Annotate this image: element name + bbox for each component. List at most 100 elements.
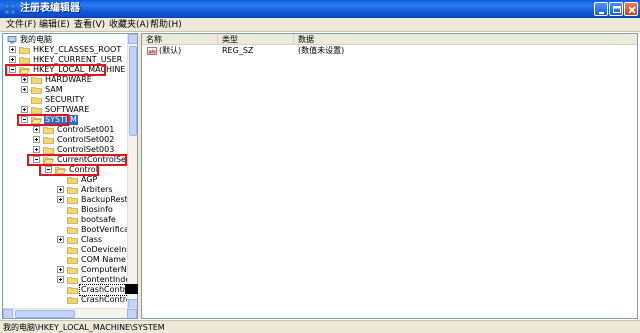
column-header-type[interactable]: 类型	[218, 34, 294, 45]
expand-icon[interactable]	[57, 196, 64, 203]
menu-edit[interactable]: 编辑(E)	[37, 18, 72, 32]
tree-node-security[interactable]: SECURITY	[5, 95, 125, 105]
expand-icon[interactable]	[9, 46, 16, 53]
folder-icon	[67, 257, 78, 264]
tree-node-label: Biosinfo	[81, 205, 113, 214]
maximize-icon	[613, 6, 621, 13]
tree-node-label: BootVerificat	[81, 225, 133, 234]
tree-node-com-name-arbiter[interactable]: COM Name Arbi	[5, 255, 137, 265]
tree-node-label: bootsafe	[81, 215, 116, 224]
scroll-thumb[interactable]	[129, 46, 137, 136]
tree-node-label: AGP	[81, 175, 98, 184]
tree-node-sam[interactable]: SAM	[5, 85, 125, 95]
menu-bar: 文件(F) 编辑(E) 查看(V) 收藏夹(A) 帮助(H)	[0, 18, 640, 32]
tree-node-codeviceinstallers[interactable]: CoDeviceInsta	[5, 245, 137, 255]
tree-node-hkcr[interactable]: HKEY_CLASSES_ROOT	[5, 45, 125, 55]
expand-icon[interactable]	[21, 76, 28, 83]
menu-help[interactable]: 帮助(H)	[148, 18, 184, 32]
expand-icon[interactable]	[57, 236, 64, 243]
scroll-thumb[interactable]	[15, 310, 75, 318]
maximize-button[interactable]	[609, 2, 623, 16]
scroll-up-arrow-icon[interactable]	[128, 34, 137, 44]
folder-icon	[67, 247, 78, 254]
list-header: 名称 类型 数据	[142, 34, 637, 45]
folder-icon	[67, 207, 78, 214]
folder-icon	[67, 237, 78, 244]
tree-node-hardware[interactable]: HARDWARE	[5, 75, 125, 85]
value-data: (数值未设置)	[298, 46, 345, 55]
folder-icon	[43, 137, 54, 144]
scroll-right-arrow-icon[interactable]	[127, 309, 137, 318]
tree-node-crashcontrol[interactable]: CrashControl	[5, 284, 135, 296]
folder-icon	[67, 297, 78, 304]
folder-icon	[31, 97, 42, 104]
expand-icon[interactable]	[9, 56, 16, 63]
list-item[interactable]: ab (默认) REG_SZ (数值未设置)	[142, 46, 637, 56]
folder-icon	[67, 267, 78, 274]
column-header-data[interactable]: 数据	[294, 34, 637, 45]
scroll-left-arrow-icon[interactable]	[3, 309, 13, 318]
tree-node-backuprestore[interactable]: BackupRestore	[5, 195, 137, 205]
folder-icon	[31, 107, 42, 114]
column-header-name[interactable]: 名称	[142, 34, 218, 45]
status-bar: 我的电脑\HKEY_LOCAL_MACHINE\SYSTEM	[0, 320, 640, 333]
tree-node-controlset002[interactable]: ControlSet002	[5, 135, 125, 145]
folder-icon	[31, 77, 42, 84]
tree-node-label: ControlSet001	[57, 125, 115, 134]
folder-icon	[43, 147, 54, 154]
window-title: 注册表编辑器	[20, 3, 80, 14]
menu-view[interactable]: 查看(V)	[72, 18, 107, 32]
tree-horizontal-scrollbar[interactable]	[3, 308, 137, 318]
folder-icon	[67, 277, 78, 284]
folder-icon	[19, 57, 30, 64]
expand-icon[interactable]	[33, 126, 40, 133]
tree-node-agp[interactable]: AGP	[5, 175, 135, 185]
expand-icon[interactable]	[57, 266, 64, 273]
folder-icon	[67, 287, 78, 294]
registry-values-pane[interactable]: 名称 类型 数据 ab (默认) REG_SZ (数值未设置)	[141, 33, 638, 319]
expand-icon[interactable]	[21, 86, 28, 93]
status-path: 我的电脑\HKEY_LOCAL_MACHINE\SYSTEM	[3, 323, 165, 332]
expand-icon[interactable]	[33, 146, 40, 153]
tree-node-label: Class	[81, 235, 103, 244]
tree-node-my-computer[interactable]: 我的电脑	[5, 35, 125, 45]
minimize-button[interactable]	[594, 2, 608, 16]
tree-node-controlset001[interactable]: ControlSet001	[5, 125, 125, 135]
tree-vertical-scrollbar[interactable]	[127, 34, 137, 309]
menu-favorites[interactable]: 收藏夹(A)	[107, 18, 151, 32]
tree-node-biosinfo[interactable]: Biosinfo	[5, 205, 135, 215]
tree-node-label: ControlSet002	[57, 135, 115, 144]
folder-icon	[67, 177, 78, 184]
tree-node-label: HARDWARE	[45, 75, 92, 84]
expand-icon[interactable]	[21, 106, 28, 113]
expand-icon[interactable]	[33, 136, 40, 143]
string-value-icon: ab	[147, 47, 157, 55]
svg-text:ab: ab	[148, 49, 156, 55]
expand-icon[interactable]	[57, 186, 64, 193]
tree-node-contentindex[interactable]: ContentIndex	[5, 275, 135, 285]
folder-icon	[67, 197, 78, 204]
folder-icon	[19, 47, 30, 54]
minimize-icon	[599, 12, 604, 14]
tree-node-computername[interactable]: ComputerName	[5, 265, 137, 275]
folder-icon	[31, 87, 42, 94]
folder-icon	[67, 217, 78, 224]
expand-icon[interactable]	[57, 276, 64, 283]
folder-icon	[67, 227, 78, 234]
value-type: REG_SZ	[222, 46, 254, 55]
tree-node-label: HKEY_CLASSES_ROOT	[33, 45, 122, 54]
folder-icon	[67, 187, 78, 194]
tree-node-label: CrashControl	[81, 295, 133, 304]
close-button[interactable]	[624, 2, 638, 16]
menu-file[interactable]: 文件(F)	[4, 18, 38, 32]
tree-node-class[interactable]: Class	[5, 235, 135, 245]
tree-node-bootverification[interactable]: BootVerificat	[5, 225, 135, 235]
regedit-app-icon	[4, 3, 16, 15]
tree-node-label: SECURITY	[45, 95, 85, 104]
tree-node-crashcontrol-2[interactable]: CrashControl	[5, 295, 135, 305]
title-bar[interactable]: 注册表编辑器	[0, 0, 640, 18]
registry-tree-pane[interactable]: 我的电脑 HKEY_CLASSES_ROOT HKEY_CURRENT_USER…	[2, 33, 138, 319]
tree-node-arbiters[interactable]: Arbiters	[5, 185, 135, 195]
folder-icon	[43, 127, 54, 134]
tree-node-bootsafe[interactable]: bootsafe	[5, 215, 135, 225]
